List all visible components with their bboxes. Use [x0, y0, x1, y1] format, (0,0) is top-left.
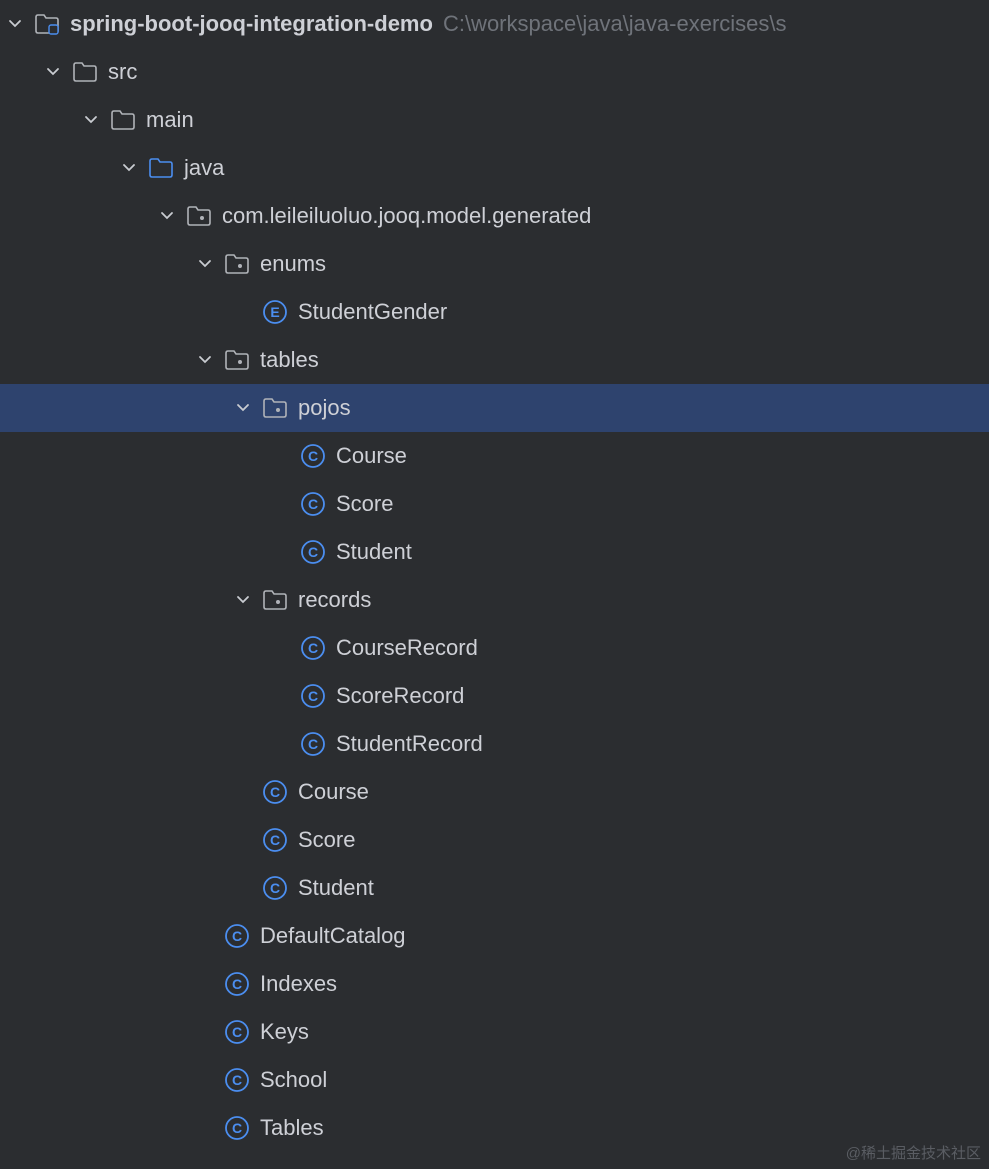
- chevron-down-icon[interactable]: [194, 349, 216, 371]
- class-label: Score: [298, 827, 355, 853]
- chevron-down-icon[interactable]: [80, 109, 102, 131]
- class-label: Tables: [260, 1115, 324, 1141]
- package-label: tables: [260, 347, 319, 373]
- chevron-down-icon[interactable]: [232, 397, 254, 419]
- package-label: enums: [260, 251, 326, 277]
- tree-row-class-scorerecord[interactable]: ScoreRecord: [0, 672, 989, 720]
- package-label: pojos: [298, 395, 351, 421]
- class-icon: [300, 539, 326, 565]
- tree-row-package[interactable]: com.leileiluoluo.jooq.model.generated: [0, 192, 989, 240]
- tree-row-class-score-table[interactable]: Score: [0, 816, 989, 864]
- class-label: Course: [336, 443, 407, 469]
- tree-row-pojos[interactable]: pojos: [0, 384, 989, 432]
- folder-icon: [110, 107, 136, 133]
- tree-row-class-tables[interactable]: Tables: [0, 1104, 989, 1152]
- tree-row-class-student-table[interactable]: Student: [0, 864, 989, 912]
- class-icon: [224, 1019, 250, 1045]
- folder-label: main: [146, 107, 194, 133]
- root-label: spring-boot-jooq-integration-demo: [70, 11, 433, 37]
- package-icon: [262, 587, 288, 613]
- tree-row-main[interactable]: main: [0, 96, 989, 144]
- class-label: StudentRecord: [336, 731, 483, 757]
- chevron-down-icon[interactable]: [194, 253, 216, 275]
- class-icon: [300, 731, 326, 757]
- class-label: ScoreRecord: [336, 683, 464, 709]
- tree-row-class-studentrecord[interactable]: StudentRecord: [0, 720, 989, 768]
- tree-row-class-courserecord[interactable]: CourseRecord: [0, 624, 989, 672]
- class-label: Student: [298, 875, 374, 901]
- root-path: C:\workspace\java\java-exercises\s: [443, 11, 787, 37]
- package-icon: [224, 347, 250, 373]
- class-label: Student: [336, 539, 412, 565]
- class-icon: [224, 1067, 250, 1093]
- module-folder-icon: [34, 11, 60, 37]
- folder-icon: [72, 59, 98, 85]
- enum-icon: [262, 299, 288, 325]
- tree-row-records[interactable]: records: [0, 576, 989, 624]
- package-icon: [224, 251, 250, 277]
- source-folder-icon: [148, 155, 174, 181]
- class-icon: [224, 923, 250, 949]
- tree-row-class-student[interactable]: Student: [0, 528, 989, 576]
- tree-row-class-school[interactable]: School: [0, 1056, 989, 1104]
- tree-row-class-course[interactable]: Course: [0, 432, 989, 480]
- tree-row-class-keys[interactable]: Keys: [0, 1008, 989, 1056]
- tree-row-tables[interactable]: tables: [0, 336, 989, 384]
- chevron-down-icon[interactable]: [156, 205, 178, 227]
- class-label: School: [260, 1067, 327, 1093]
- tree-row-enum-studentgender[interactable]: StudentGender: [0, 288, 989, 336]
- class-icon: [262, 779, 288, 805]
- package-icon: [262, 395, 288, 421]
- tree-row-class-indexes[interactable]: Indexes: [0, 960, 989, 1008]
- project-tree: spring-boot-jooq-integration-demo C:\wor…: [0, 0, 989, 1152]
- class-label: Keys: [260, 1019, 309, 1045]
- tree-row-class-score[interactable]: Score: [0, 480, 989, 528]
- class-label: Score: [336, 491, 393, 517]
- tree-row-class-defaultcatalog[interactable]: DefaultCatalog: [0, 912, 989, 960]
- class-icon: [262, 827, 288, 853]
- class-icon: [300, 443, 326, 469]
- package-label: records: [298, 587, 371, 613]
- class-icon: [300, 683, 326, 709]
- chevron-down-icon[interactable]: [4, 13, 26, 35]
- chevron-down-icon[interactable]: [118, 157, 140, 179]
- chevron-down-icon[interactable]: [232, 589, 254, 611]
- class-icon: [224, 1115, 250, 1141]
- class-icon: [300, 491, 326, 517]
- tree-row-enums[interactable]: enums: [0, 240, 989, 288]
- class-label: CourseRecord: [336, 635, 478, 661]
- enum-label: StudentGender: [298, 299, 447, 325]
- package-label: com.leileiluoluo.jooq.model.generated: [222, 203, 591, 229]
- class-label: Indexes: [260, 971, 337, 997]
- class-label: DefaultCatalog: [260, 923, 406, 949]
- tree-row-src[interactable]: src: [0, 48, 989, 96]
- tree-row-class-course-table[interactable]: Course: [0, 768, 989, 816]
- tree-row-java[interactable]: java: [0, 144, 989, 192]
- tree-row-root[interactable]: spring-boot-jooq-integration-demo C:\wor…: [0, 0, 989, 48]
- class-label: Course: [298, 779, 369, 805]
- class-icon: [300, 635, 326, 661]
- folder-label: src: [108, 59, 137, 85]
- class-icon: [262, 875, 288, 901]
- folder-label: java: [184, 155, 224, 181]
- watermark: @稀土掘金技术社区: [846, 1142, 981, 1163]
- chevron-down-icon[interactable]: [42, 61, 64, 83]
- class-icon: [224, 971, 250, 997]
- package-icon: [186, 203, 212, 229]
